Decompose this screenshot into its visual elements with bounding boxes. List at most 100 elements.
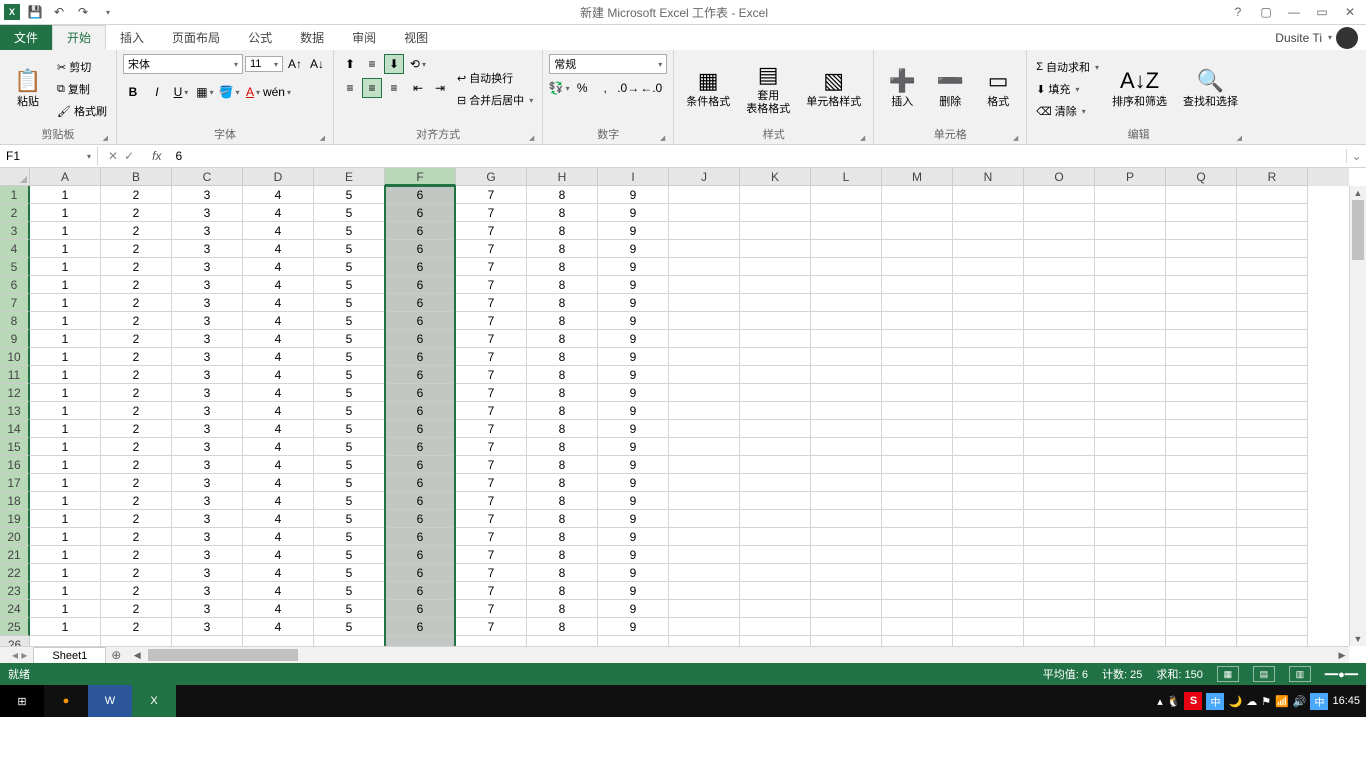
cell[interactable]: 9 (598, 402, 669, 420)
cell[interactable] (669, 438, 740, 456)
save-icon[interactable]: 💾 (26, 3, 44, 21)
cell[interactable]: 7 (456, 294, 527, 312)
sort-filter-button[interactable]: A↓Z排序和筛选 (1106, 54, 1173, 124)
cell[interactable]: 2 (101, 564, 172, 582)
cell[interactable] (1237, 600, 1308, 618)
cell[interactable] (953, 330, 1024, 348)
cell[interactable] (811, 546, 882, 564)
cell-styles-button[interactable]: ▧单元格样式 (800, 54, 867, 124)
cell[interactable]: 4 (243, 366, 314, 384)
cell[interactable]: 8 (527, 276, 598, 294)
align-left-icon[interactable]: ≡ (340, 78, 360, 98)
cell[interactable] (882, 456, 953, 474)
cell[interactable]: 5 (314, 222, 385, 240)
cell[interactable]: 7 (456, 546, 527, 564)
cell[interactable]: 4 (243, 186, 314, 204)
cell[interactable] (740, 258, 811, 276)
cell[interactable]: 4 (243, 240, 314, 258)
undo-icon[interactable]: ↶ (50, 3, 68, 21)
cut-button[interactable]: ✂剪切 (54, 57, 110, 77)
tab-view[interactable]: 视图 (390, 25, 442, 50)
cell[interactable] (740, 618, 811, 636)
cell[interactable]: 5 (314, 456, 385, 474)
cell[interactable]: 6 (385, 528, 456, 546)
cell[interactable] (882, 600, 953, 618)
cell[interactable]: 2 (101, 276, 172, 294)
row-header[interactable]: 25 (0, 618, 30, 636)
cell[interactable] (953, 474, 1024, 492)
cell[interactable]: 1 (30, 528, 101, 546)
cell[interactable]: 7 (456, 528, 527, 546)
cell[interactable]: 9 (598, 384, 669, 402)
cell[interactable]: 2 (101, 618, 172, 636)
qat-customize-icon[interactable]: ▾ (98, 3, 116, 21)
underline-button[interactable]: U▾ (171, 82, 191, 102)
cell[interactable] (953, 528, 1024, 546)
cell[interactable] (953, 258, 1024, 276)
tray-moon-icon[interactable]: 🌙 (1228, 695, 1242, 708)
cell[interactable] (953, 582, 1024, 600)
cell[interactable]: 2 (101, 528, 172, 546)
cell[interactable] (1166, 204, 1237, 222)
cell[interactable] (1166, 546, 1237, 564)
cell[interactable] (1095, 258, 1166, 276)
cell[interactable]: 1 (30, 384, 101, 402)
formula-input[interactable]: 6 (169, 147, 1346, 165)
cell[interactable] (1095, 312, 1166, 330)
tab-layout[interactable]: 页面布局 (158, 25, 234, 50)
cell[interactable]: 4 (243, 384, 314, 402)
cell[interactable]: 3 (172, 600, 243, 618)
format-as-table-button[interactable]: ▤套用 表格格式 (740, 54, 796, 124)
row-header[interactable]: 16 (0, 456, 30, 474)
cell[interactable]: 4 (243, 294, 314, 312)
cell[interactable]: 1 (30, 330, 101, 348)
cell[interactable]: 5 (314, 366, 385, 384)
cell[interactable]: 9 (598, 510, 669, 528)
cell[interactable] (1095, 564, 1166, 582)
cell[interactable] (740, 564, 811, 582)
cell[interactable] (1024, 240, 1095, 258)
cell[interactable] (1166, 348, 1237, 366)
align-right-icon[interactable]: ≡ (384, 78, 404, 98)
cell[interactable] (1237, 546, 1308, 564)
cell[interactable] (1095, 348, 1166, 366)
cell[interactable] (740, 384, 811, 402)
hscroll-thumb[interactable] (148, 649, 298, 661)
cell[interactable] (882, 186, 953, 204)
cell[interactable] (1237, 312, 1308, 330)
cell[interactable] (1237, 330, 1308, 348)
cell[interactable]: 4 (243, 564, 314, 582)
column-header[interactable]: I (598, 168, 669, 186)
delete-cells-button[interactable]: ➖删除 (928, 54, 972, 124)
cell[interactable] (669, 582, 740, 600)
cell[interactable]: 8 (527, 222, 598, 240)
cell[interactable]: 1 (30, 618, 101, 636)
currency-icon[interactable]: 💱▾ (549, 78, 569, 98)
page-break-view-icon[interactable]: ▥ (1289, 666, 1311, 682)
cell[interactable]: 5 (314, 330, 385, 348)
cell[interactable] (811, 510, 882, 528)
ribbon-display-icon[interactable]: ▢ (1256, 5, 1276, 19)
cell[interactable] (953, 546, 1024, 564)
vertical-scrollbar[interactable]: ▲ ▼ (1349, 186, 1366, 646)
row-header[interactable]: 23 (0, 582, 30, 600)
cell[interactable]: 4 (243, 330, 314, 348)
cell[interactable] (1237, 240, 1308, 258)
cell[interactable] (740, 402, 811, 420)
cell[interactable] (811, 330, 882, 348)
cell[interactable] (1237, 258, 1308, 276)
cell[interactable]: 5 (314, 420, 385, 438)
cell[interactable]: 2 (101, 186, 172, 204)
cell[interactable]: 9 (598, 546, 669, 564)
cell[interactable]: 9 (598, 276, 669, 294)
cell[interactable] (1095, 492, 1166, 510)
cell[interactable]: 7 (456, 564, 527, 582)
cell[interactable]: 4 (243, 438, 314, 456)
cell[interactable]: 4 (243, 204, 314, 222)
cell[interactable] (1237, 492, 1308, 510)
cell[interactable] (1166, 186, 1237, 204)
cell[interactable] (1095, 456, 1166, 474)
help-icon[interactable]: ? (1228, 5, 1248, 19)
cell[interactable] (1024, 294, 1095, 312)
cell[interactable]: 1 (30, 240, 101, 258)
